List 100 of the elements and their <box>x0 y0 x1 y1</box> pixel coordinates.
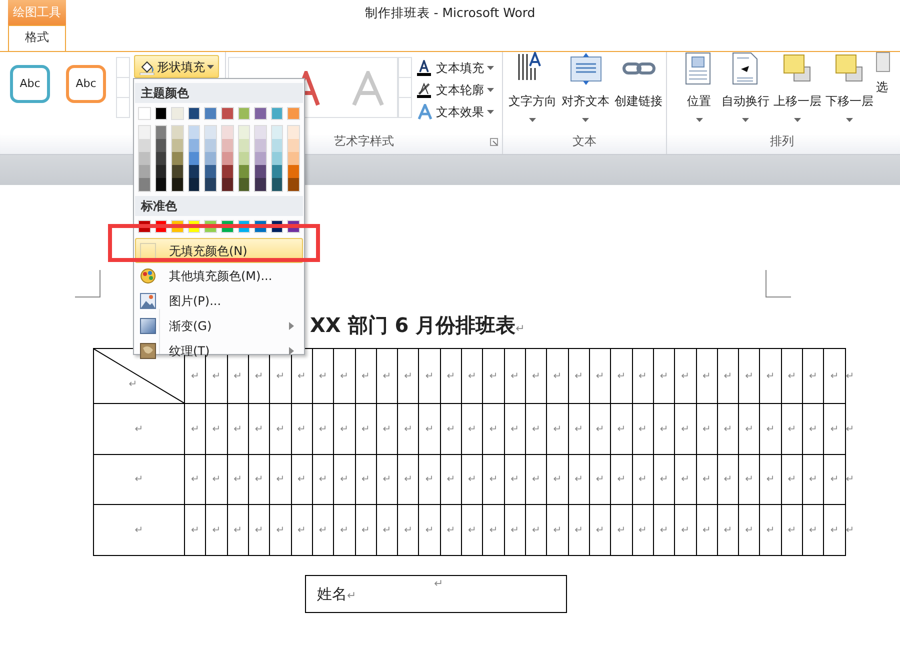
table-cell: ↵ <box>610 504 632 556</box>
color-swatch[interactable] <box>139 165 150 178</box>
color-swatch[interactable] <box>222 178 233 191</box>
color-swatch[interactable] <box>188 126 200 139</box>
menu-item[interactable]: 渐变(G) <box>135 313 303 338</box>
color-swatch[interactable] <box>138 107 151 120</box>
color-swatch[interactable] <box>222 165 233 178</box>
ribbon-button[interactable]: 自动换行 <box>720 52 771 130</box>
color-swatch[interactable] <box>156 139 166 152</box>
ribbon-button[interactable]: 下移一层 <box>824 52 875 130</box>
color-swatch[interactable] <box>171 107 184 120</box>
color-swatch[interactable] <box>139 152 150 165</box>
ribbon-tab[interactable]: 格式 <box>8 25 66 51</box>
color-swatch[interactable] <box>238 152 250 165</box>
wordart-command[interactable]: 文本效果 <box>436 103 484 121</box>
color-swatch[interactable] <box>172 139 183 152</box>
menu-item[interactable]: 其他填充颜色(M)... <box>135 263 303 288</box>
caret-icon[interactable] <box>487 66 494 70</box>
color-swatch[interactable] <box>172 178 183 191</box>
color-swatch[interactable] <box>272 178 282 191</box>
table-cell: ↵ <box>248 504 270 556</box>
group-label: 文本 <box>572 133 596 150</box>
table-cell: ↵ <box>632 454 654 504</box>
color-swatch[interactable] <box>154 107 168 120</box>
ribbon-button[interactable]: 上移一层 <box>772 52 823 130</box>
ribbon-button[interactable]: 对齐文本 <box>559 52 612 130</box>
color-swatch[interactable] <box>156 178 166 191</box>
color-swatch[interactable] <box>156 126 166 139</box>
table-cell: ↵ <box>610 454 632 504</box>
color-swatch[interactable] <box>220 107 234 120</box>
color-swatch[interactable] <box>254 107 267 120</box>
row-end-mark: ↵ <box>845 504 860 556</box>
color-swatch[interactable] <box>172 126 183 139</box>
color-swatch[interactable] <box>288 165 299 178</box>
color-swatch[interactable] <box>139 126 150 139</box>
caret-icon[interactable] <box>487 110 494 114</box>
gallery-scrollbar[interactable] <box>116 57 130 118</box>
table-cell: ↵ <box>482 348 504 404</box>
shape-style-preview[interactable]: Abc <box>66 65 106 103</box>
color-swatch[interactable] <box>188 178 200 191</box>
table-cell: ↵ <box>781 404 803 454</box>
color-swatch[interactable] <box>287 107 300 120</box>
wordart-command[interactable]: 文本轮廓 <box>436 81 484 99</box>
color-swatch[interactable] <box>272 152 282 165</box>
color-swatch[interactable] <box>172 152 183 165</box>
color-swatch[interactable] <box>270 107 284 120</box>
table-cell: ↵ <box>696 454 718 504</box>
color-swatch[interactable] <box>238 165 250 178</box>
color-swatch[interactable] <box>222 139 233 152</box>
color-swatch[interactable] <box>205 165 216 178</box>
dialog-launcher-icon[interactable] <box>490 138 498 146</box>
color-swatch[interactable] <box>222 152 233 165</box>
color-swatch[interactable] <box>255 165 266 178</box>
color-swatch[interactable] <box>205 178 216 191</box>
wordart-command[interactable]: 文本填充 <box>436 59 484 77</box>
table-cell: ↵ <box>674 454 696 504</box>
color-swatch[interactable] <box>205 152 216 165</box>
caret-icon[interactable] <box>487 88 494 92</box>
color-swatch[interactable] <box>205 139 216 152</box>
color-swatch[interactable] <box>156 165 166 178</box>
texture-square-icon <box>140 342 156 358</box>
color-swatch[interactable] <box>288 178 299 191</box>
ribbon-button[interactable]: 选 <box>876 52 894 130</box>
table-cell: ↵ <box>462 504 483 556</box>
color-swatch[interactable] <box>205 126 216 139</box>
ribbon-button[interactable]: 位置 <box>679 52 719 130</box>
color-swatch[interactable] <box>139 139 150 152</box>
color-swatch[interactable] <box>255 178 266 191</box>
table-cell: ↵ <box>589 504 611 556</box>
color-swatch[interactable] <box>188 107 200 120</box>
color-swatch[interactable] <box>156 152 166 165</box>
ribbon-button[interactable]: 文字方向 <box>506 52 559 130</box>
menu-item[interactable]: 图片(P)... <box>135 288 303 313</box>
text-style-icon <box>417 60 433 76</box>
color-swatch[interactable] <box>139 178 150 191</box>
color-swatch[interactable] <box>222 126 233 139</box>
color-swatch[interactable] <box>188 152 200 165</box>
color-swatch[interactable] <box>272 126 282 139</box>
color-swatch[interactable] <box>272 165 282 178</box>
shape-style-preview[interactable]: Abc <box>10 65 50 103</box>
color-swatch[interactable] <box>238 107 250 120</box>
color-swatch[interactable] <box>188 139 200 152</box>
color-swatch[interactable] <box>238 139 250 152</box>
color-swatch[interactable] <box>188 165 200 178</box>
color-swatch[interactable] <box>288 139 299 152</box>
color-swatch[interactable] <box>238 178 250 191</box>
color-swatch[interactable] <box>288 152 299 165</box>
color-swatch[interactable] <box>204 107 217 120</box>
color-swatch[interactable] <box>255 126 266 139</box>
color-swatch[interactable] <box>255 139 266 152</box>
gallery-scrollbar[interactable] <box>398 57 412 118</box>
ribbon-button[interactable]: 创建链接 <box>612 52 665 130</box>
color-swatch[interactable] <box>272 139 282 152</box>
table-cell: ↵ <box>674 404 696 454</box>
color-swatch[interactable] <box>238 126 250 139</box>
shape-fill-button[interactable]: 形状填充 <box>134 55 219 78</box>
color-swatch[interactable] <box>172 165 183 178</box>
color-swatch[interactable] <box>288 126 299 139</box>
table-cell: ↵ <box>504 454 526 504</box>
color-swatch[interactable] <box>255 152 266 165</box>
